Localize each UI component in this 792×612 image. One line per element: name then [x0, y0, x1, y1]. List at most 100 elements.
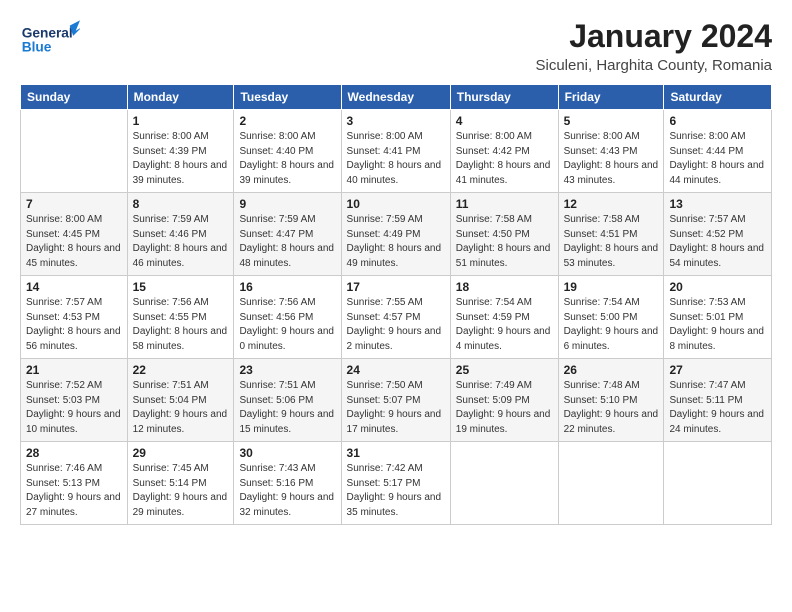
- day-number: 17: [347, 280, 445, 294]
- calendar-cell: 31 Sunrise: 7:42 AMSunset: 5:17 PMDayligh…: [341, 442, 450, 525]
- calendar-week-3: 14Sunrise: 7:57 AMSunset: 4:53 PMDayligh…: [21, 276, 772, 359]
- calendar-cell: 27 Sunrise: 7:47 AMSunset: 5:11 PMDayligh…: [664, 359, 772, 442]
- weekday-header-row: SundayMondayTuesdayWednesdayThursdayFrid…: [21, 85, 772, 110]
- day-number: 15: [133, 280, 229, 294]
- calendar-week-1: 1Sunrise: 8:00 AMSunset: 4:39 PMDaylight…: [21, 110, 772, 193]
- calendar-cell: 8 Sunrise: 7:59 AMSunset: 4:46 PMDaylight…: [127, 193, 234, 276]
- day-number: 6: [669, 114, 766, 128]
- day-number: 26: [564, 363, 659, 377]
- day-number: 29: [133, 446, 229, 460]
- calendar-cell: 5Sunrise: 8:00 AMSunset: 4:43 PMDaylight…: [558, 110, 664, 193]
- day-detail: Sunrise: 7:49 AMSunset: 5:09 PMDaylight:…: [456, 379, 553, 437]
- day-detail: Sunrise: 8:00 AMSunset: 4:41 PMDaylight:…: [347, 130, 445, 188]
- page: General Blue January 2024 Siculeni, Harg…: [0, 0, 792, 612]
- day-number: 31: [347, 446, 445, 460]
- svg-text:Blue: Blue: [22, 39, 52, 54]
- day-number: 19: [564, 280, 659, 294]
- weekday-header-tuesday: Tuesday: [234, 85, 341, 110]
- calendar-cell: [21, 110, 128, 193]
- month-title: January 2024: [535, 18, 772, 55]
- calendar-table: SundayMondayTuesdayWednesdayThursdayFrid…: [20, 84, 772, 525]
- day-detail: Sunrise: 7:55 AMSunset: 4:57 PMDaylight:…: [347, 296, 445, 354]
- calendar-week-2: 7 Sunrise: 8:00 AMSunset: 4:45 PMDaylight…: [21, 193, 772, 276]
- weekday-header-sunday: Sunday: [21, 85, 128, 110]
- day-number: 21: [26, 363, 122, 377]
- calendar-cell: 1Sunrise: 8:00 AMSunset: 4:39 PMDaylight…: [127, 110, 234, 193]
- location-title: Siculeni, Harghita County, Romania: [535, 57, 772, 74]
- day-number: 13: [669, 197, 766, 211]
- day-number: 7: [26, 197, 122, 211]
- day-detail: Sunrise: 7:59 AMSunset: 4:47 PMDaylight:…: [239, 213, 335, 271]
- weekday-header-saturday: Saturday: [664, 85, 772, 110]
- calendar-cell: 11 Sunrise: 7:58 AMSunset: 4:50 PMDayligh…: [450, 193, 558, 276]
- calendar-week-4: 21Sunrise: 7:52 AMSunset: 5:03 PMDayligh…: [21, 359, 772, 442]
- day-number: 8: [133, 197, 229, 211]
- day-detail: Sunrise: 7:47 AMSunset: 5:11 PMDaylight:…: [669, 379, 766, 437]
- calendar-cell: 29Sunrise: 7:45 AMSunset: 5:14 PMDayligh…: [127, 442, 234, 525]
- day-detail: Sunrise: 8:00 AMSunset: 4:39 PMDaylight:…: [133, 130, 229, 188]
- day-detail: Sunrise: 8:00 AMSunset: 4:44 PMDaylight:…: [669, 130, 766, 188]
- day-number: 22: [133, 363, 229, 377]
- day-detail: Sunrise: 7:58 AMSunset: 4:51 PMDaylight:…: [564, 213, 659, 271]
- day-detail: Sunrise: 7:51 AMSunset: 5:06 PMDaylight:…: [239, 379, 335, 437]
- calendar-cell: 9Sunrise: 7:59 AMSunset: 4:47 PMDaylight…: [234, 193, 341, 276]
- day-detail: Sunrise: 7:54 AMSunset: 4:59 PMDaylight:…: [456, 296, 553, 354]
- day-number: 16: [239, 280, 335, 294]
- calendar-cell: [664, 442, 772, 525]
- day-number: 25: [456, 363, 553, 377]
- calendar-cell: 26 Sunrise: 7:48 AMSunset: 5:10 PMDayligh…: [558, 359, 664, 442]
- day-detail: Sunrise: 7:54 AMSunset: 5:00 PMDaylight:…: [564, 296, 659, 354]
- calendar-cell: [450, 442, 558, 525]
- calendar-cell: 20 Sunrise: 7:53 AMSunset: 5:01 PMDayligh…: [664, 276, 772, 359]
- day-detail: Sunrise: 7:53 AMSunset: 5:01 PMDaylight:…: [669, 296, 766, 354]
- calendar-cell: 21Sunrise: 7:52 AMSunset: 5:03 PMDayligh…: [21, 359, 128, 442]
- day-detail: Sunrise: 8:00 AMSunset: 4:40 PMDaylight:…: [239, 130, 335, 188]
- calendar-cell: 19 Sunrise: 7:54 AMSunset: 5:00 PMDayligh…: [558, 276, 664, 359]
- weekday-header-wednesday: Wednesday: [341, 85, 450, 110]
- calendar-cell: 7 Sunrise: 8:00 AMSunset: 4:45 PMDaylight…: [21, 193, 128, 276]
- day-detail: Sunrise: 7:57 AMSunset: 4:52 PMDaylight:…: [669, 213, 766, 271]
- weekday-header-friday: Friday: [558, 85, 664, 110]
- calendar-cell: 18 Sunrise: 7:54 AMSunset: 4:59 PMDayligh…: [450, 276, 558, 359]
- day-detail: Sunrise: 7:59 AMSunset: 4:49 PMDaylight:…: [347, 213, 445, 271]
- weekday-header-thursday: Thursday: [450, 85, 558, 110]
- calendar-cell: 17 Sunrise: 7:55 AMSunset: 4:57 PMDayligh…: [341, 276, 450, 359]
- day-number: 20: [669, 280, 766, 294]
- calendar-cell: 3 Sunrise: 8:00 AMSunset: 4:41 PMDaylight…: [341, 110, 450, 193]
- svg-text:General: General: [22, 26, 73, 41]
- calendar-cell: [558, 442, 664, 525]
- day-number: 3: [347, 114, 445, 128]
- logo-area: General Blue: [20, 18, 80, 58]
- day-number: 14: [26, 280, 122, 294]
- day-detail: Sunrise: 7:59 AMSunset: 4:46 PMDaylight:…: [133, 213, 229, 271]
- calendar-cell: 22 Sunrise: 7:51 AMSunset: 5:04 PMDayligh…: [127, 359, 234, 442]
- day-number: 11: [456, 197, 553, 211]
- calendar-cell: 30Sunrise: 7:43 AMSunset: 5:16 PMDayligh…: [234, 442, 341, 525]
- day-number: 30: [239, 446, 335, 460]
- day-number: 12: [564, 197, 659, 211]
- day-number: 27: [669, 363, 766, 377]
- day-detail: Sunrise: 8:00 AMSunset: 4:43 PMDaylight:…: [564, 130, 659, 188]
- calendar-cell: 25 Sunrise: 7:49 AMSunset: 5:09 PMDayligh…: [450, 359, 558, 442]
- logo-icon: General Blue: [20, 18, 80, 58]
- day-detail: Sunrise: 7:51 AMSunset: 5:04 PMDaylight:…: [133, 379, 229, 437]
- day-number: 2: [239, 114, 335, 128]
- header: General Blue January 2024 Siculeni, Harg…: [20, 18, 772, 74]
- day-detail: Sunrise: 7:42 AMSunset: 5:17 PMDaylight:…: [347, 462, 445, 520]
- calendar-cell: 12 Sunrise: 7:58 AMSunset: 4:51 PMDayligh…: [558, 193, 664, 276]
- day-detail: Sunrise: 7:46 AMSunset: 5:13 PMDaylight:…: [26, 462, 122, 520]
- day-number: 24: [347, 363, 445, 377]
- calendar-cell: 28Sunrise: 7:46 AMSunset: 5:13 PMDayligh…: [21, 442, 128, 525]
- day-detail: Sunrise: 7:48 AMSunset: 5:10 PMDaylight:…: [564, 379, 659, 437]
- day-number: 4: [456, 114, 553, 128]
- day-number: 10: [347, 197, 445, 211]
- logo-wrapper: General Blue: [20, 18, 80, 58]
- calendar-cell: 16Sunrise: 7:56 AMSunset: 4:56 PMDayligh…: [234, 276, 341, 359]
- day-detail: Sunrise: 7:56 AMSunset: 4:55 PMDaylight:…: [133, 296, 229, 354]
- day-number: 18: [456, 280, 553, 294]
- day-detail: Sunrise: 8:00 AMSunset: 4:45 PMDaylight:…: [26, 213, 122, 271]
- weekday-header-monday: Monday: [127, 85, 234, 110]
- day-detail: Sunrise: 7:58 AMSunset: 4:50 PMDaylight:…: [456, 213, 553, 271]
- calendar-cell: 4Sunrise: 8:00 AMSunset: 4:42 PMDaylight…: [450, 110, 558, 193]
- title-area: January 2024 Siculeni, Harghita County, …: [535, 18, 772, 74]
